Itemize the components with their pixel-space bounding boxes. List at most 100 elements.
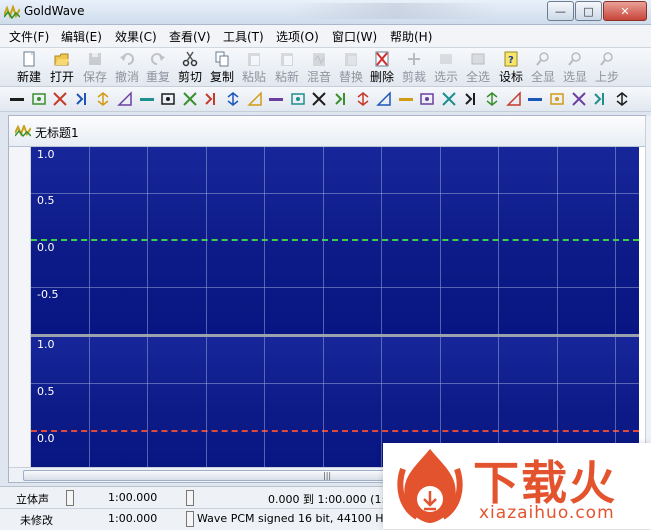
undo-icon <box>120 53 134 65</box>
toolbar-button-label: 重复 <box>145 70 170 84</box>
toolbar-button-zoom-previous[interactable]: 上步 <box>592 50 622 84</box>
toolbar-button-select-view[interactable]: 选示 <box>431 50 461 84</box>
paste-icon <box>248 53 260 66</box>
toolbar-button-paste[interactable]: 粘贴 <box>239 50 269 84</box>
effect-button-pan[interactable] <box>332 90 350 108</box>
zoom-selection-icon <box>568 52 581 66</box>
effect-button-resample[interactable] <box>418 90 436 108</box>
effect-button-playback-rate[interactable] <box>613 90 631 108</box>
vertical-scrollbar[interactable] <box>645 116 651 482</box>
minimize-icon: — <box>555 4 566 18</box>
effect-button-doppler[interactable] <box>138 90 156 108</box>
minimize-button[interactable]: — <box>547 1 574 21</box>
toolbar-button-set-marker[interactable]: ? 设标 <box>496 50 526 84</box>
left-y-label: 0.0 <box>37 241 55 254</box>
effect-button-noise-reduction[interactable] <box>310 90 328 108</box>
effect-button-stereo[interactable] <box>483 90 501 108</box>
effect-button-offset[interactable] <box>267 90 285 108</box>
left-channel-waveform[interactable]: 1.0 0.5 0.0 -0.5 <box>31 147 639 334</box>
effect-button-pitch[interactable] <box>354 90 372 108</box>
toolbar-button-label: 混音 <box>306 70 331 84</box>
grid-line <box>205 147 207 334</box>
menu-help[interactable]: 帮助(H) <box>390 28 432 45</box>
document-title: 无标题1 <box>35 126 79 140</box>
grid-line <box>381 337 382 467</box>
grip-icon: ||| <box>323 471 332 480</box>
close-button[interactable]: ✕ <box>603 1 647 21</box>
toolbar-button-paste-new[interactable]: 粘新 <box>272 50 302 84</box>
effect-button-volume-shape[interactable] <box>548 90 566 108</box>
menu-tools[interactable]: 工具(T) <box>223 28 264 45</box>
filter-icon <box>205 93 216 105</box>
zoom-all-icon <box>536 52 549 66</box>
effect-button-fade[interactable] <box>116 90 134 108</box>
toolbar-button-replace[interactable]: 替换 <box>336 50 366 84</box>
goldwave-document-icon <box>15 125 31 137</box>
toolbar-button-select-all[interactable]: 全选 <box>463 50 493 84</box>
toolbar-button-save[interactable]: 保存 <box>80 50 110 84</box>
resample-icon <box>420 93 435 105</box>
flame-logo-icon <box>397 449 463 523</box>
toolbar-button-mix[interactable]: 混音 <box>304 50 334 84</box>
toolbar-button-label: 全选 <box>465 70 490 84</box>
right-y-label: 0.0 <box>37 432 55 445</box>
effect-button-reverb[interactable] <box>397 90 415 108</box>
grid-line <box>264 337 265 467</box>
channel-selector-rail[interactable] <box>9 147 31 467</box>
select-view-icon <box>440 54 452 64</box>
effect-button-mechanize[interactable] <box>289 90 307 108</box>
maximize-button[interactable]: □ <box>575 1 602 21</box>
effect-button-time-warp[interactable] <box>505 90 523 108</box>
effect-button-compressor[interactable] <box>224 90 242 108</box>
compressor-icon <box>227 92 239 106</box>
effect-button-echo[interactable] <box>570 90 588 108</box>
toolbar-button-delete[interactable]: 删除 <box>367 50 397 84</box>
playback-rate-icon <box>616 92 628 106</box>
cue-points-icon <box>76 93 86 105</box>
menu-options[interactable]: 选项(O) <box>276 28 319 45</box>
grid-line <box>147 147 148 334</box>
effect-button-auto-gain[interactable] <box>30 90 48 108</box>
effect-button-filter[interactable] <box>202 90 220 108</box>
toolbar-button-label: 选显 <box>562 70 587 84</box>
effect-button-cue-points[interactable] <box>73 90 91 108</box>
effect-button-shape[interactable] <box>440 90 458 108</box>
menu-file[interactable]: 文件(F) <box>9 28 49 45</box>
effect-button-invert[interactable] <box>246 90 264 108</box>
effect-button-channel-mix[interactable] <box>51 90 69 108</box>
toolbar-button-zoom-all[interactable]: 全显 <box>528 50 558 84</box>
volume-icon <box>528 98 543 101</box>
toolbar-button-undo[interactable]: 撤消 <box>112 50 142 84</box>
toolbar-button-scissors[interactable]: 剪切 <box>175 50 205 84</box>
menu-window[interactable]: 窗口(W) <box>332 28 377 45</box>
menu-view[interactable]: 查看(V) <box>169 28 211 45</box>
toolbar-button-trim[interactable]: 剪裁 <box>399 50 429 84</box>
right-y-label: 0.5 <box>37 385 55 398</box>
effect-button-dynamics[interactable] <box>159 90 177 108</box>
mechanize-icon <box>291 93 305 105</box>
toolbar-button-zoom-selection[interactable]: 选显 <box>560 50 590 84</box>
mix-icon <box>313 53 325 66</box>
toolbar-button-new-file[interactable]: 新建 <box>14 50 44 84</box>
right-channel-zero-line <box>31 430 639 432</box>
toolbar-button-open-folder[interactable]: 打开 <box>47 50 77 84</box>
toolbar-button-copy[interactable]: 复制 <box>207 50 237 84</box>
effect-button-silence[interactable] <box>8 90 26 108</box>
effect-button-spectrum-filter[interactable] <box>462 90 480 108</box>
status-selection: 0.000 到 1:00.000 (1:00 <box>268 493 400 506</box>
effect-button-reverse[interactable] <box>375 90 393 108</box>
doppler-icon <box>139 98 154 101</box>
goldwave-logo-icon <box>4 5 20 19</box>
status-separator-icon <box>186 511 194 527</box>
time-warp-icon <box>505 91 521 106</box>
flanger-icon <box>594 93 605 105</box>
delete-icon <box>375 51 389 67</box>
effect-button-volume[interactable] <box>526 90 544 108</box>
menu-edit[interactable]: 编辑(E) <box>61 28 102 45</box>
effect-button-equalizer[interactable] <box>181 90 199 108</box>
menu-effects[interactable]: 效果(C) <box>115 28 157 45</box>
toolbar-button-redo[interactable]: 重复 <box>143 50 173 84</box>
effect-button-dc-offset[interactable] <box>94 90 112 108</box>
effect-button-flanger[interactable] <box>591 90 609 108</box>
scissors-icon <box>182 51 198 67</box>
